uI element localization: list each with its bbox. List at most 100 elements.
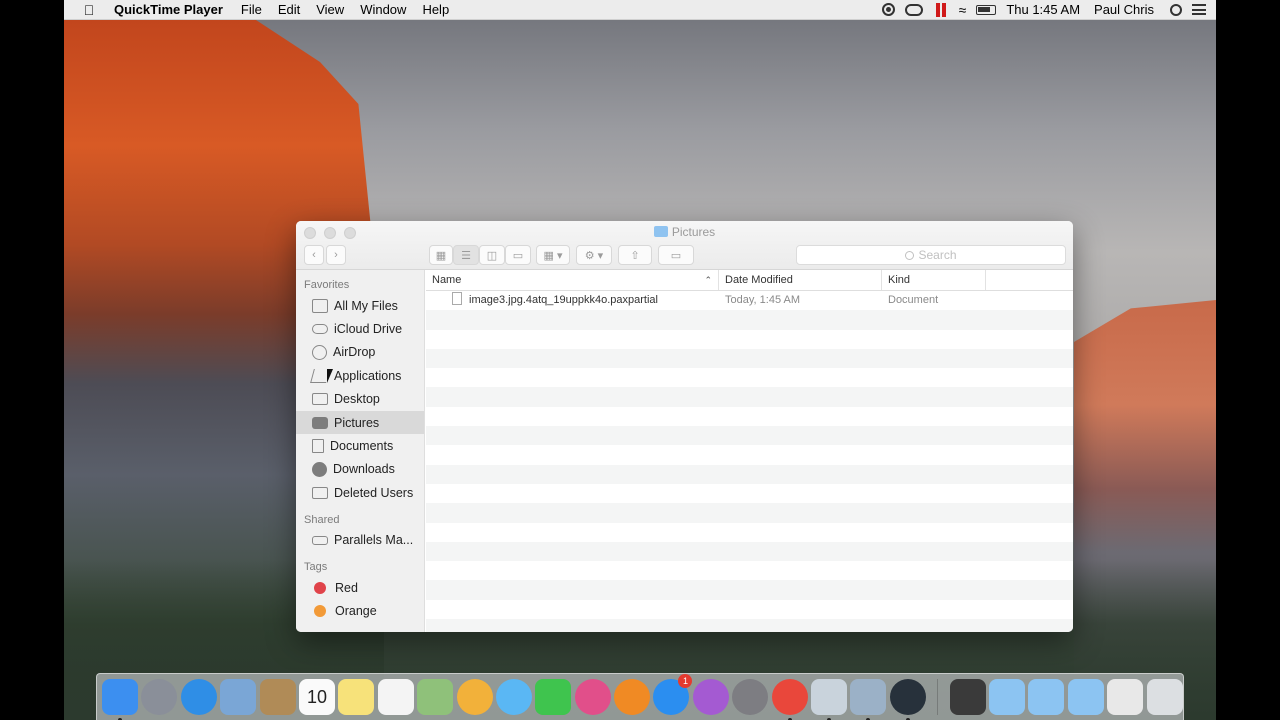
launchpad-icon[interactable] <box>141 679 178 715</box>
notification-badge: 1 <box>678 674 693 688</box>
arrange-button[interactable]: ▦ ▾ <box>536 245 570 265</box>
sidebar-item-documents[interactable]: Documents <box>296 434 424 457</box>
creative-cloud-icon[interactable] <box>904 3 923 16</box>
column-header-kind[interactable]: Kind <box>882 270 986 290</box>
itunes-icon[interactable] <box>574 679 611 715</box>
column-view-button[interactable]: ◫ <box>479 245 505 265</box>
drive-icon <box>312 535 328 545</box>
sidebar-item-all-my-files[interactable]: All My Files <box>296 294 424 317</box>
menu-help[interactable]: Help <box>414 2 457 17</box>
calendar-date: 10 <box>306 687 327 707</box>
battery-icon[interactable] <box>976 4 997 15</box>
empty-row <box>426 407 1073 426</box>
sidebar-item-deleted-users[interactable]: Deleted Users <box>296 481 424 504</box>
menu-bar:  QuickTime Player File Edit View Window… <box>64 0 1216 20</box>
sidebar-item-airdrop[interactable]: AirDrop <box>296 341 424 364</box>
empty-row <box>426 580 1073 600</box>
column-headers: Name ⌃ Date Modified Kind <box>426 270 1073 291</box>
folder-icon[interactable] <box>988 679 1025 715</box>
file-date: Today, 1:45 AM <box>725 294 801 306</box>
column-header-date[interactable]: Date Modified <box>719 270 882 290</box>
sidebar-item-tag-orange[interactable]: Orange <box>296 599 424 622</box>
sort-ascending-icon: ⌃ <box>704 275 712 285</box>
search-input[interactable]: Search <box>796 245 1066 265</box>
window-titlebar: Pictures ‹ › ▦ ☰ ◫ ▭ ▦ ▾ ⚙ ▾ ⇧ ▭ Search <box>296 221 1073 270</box>
list-view-button[interactable]: ☰ <box>453 245 479 265</box>
empty-row <box>426 348 1073 369</box>
tags-button[interactable]: ▭ <box>658 245 694 265</box>
empty-row <box>426 484 1073 503</box>
parallels-icon[interactable] <box>811 679 848 720</box>
messages-icon[interactable] <box>495 679 532 715</box>
record-icon[interactable] <box>881 3 895 16</box>
tags-heading: Tags <box>304 560 328 573</box>
table-row[interactable]: image3.jpg.4atq_19uppkk4o.paxpartial Tod… <box>426 291 1073 310</box>
screenshot-icon[interactable] <box>949 679 986 715</box>
document-icon <box>312 439 324 454</box>
contacts-icon[interactable] <box>259 679 296 715</box>
ibooks-icon[interactable] <box>614 679 651 715</box>
column-header-name[interactable]: Name ⌃ <box>426 270 719 290</box>
empty-row <box>426 368 1073 387</box>
finder-icon[interactable] <box>102 679 138 720</box>
parallels-pause-icon[interactable] <box>933 2 949 17</box>
empty-row <box>426 445 1073 464</box>
user-name[interactable]: Paul Chris <box>1094 2 1154 17</box>
toolbar: ‹ › ▦ ☰ ◫ ▭ ▦ ▾ ⚙ ▾ ⇧ ▭ Search <box>296 245 1073 265</box>
feedback-icon[interactable] <box>692 679 729 715</box>
menu-window[interactable]: Window <box>352 2 414 17</box>
clock[interactable]: Thu 1:45 AM <box>1006 2 1080 17</box>
spotlight-icon[interactable] <box>1170 3 1182 16</box>
icon-view-button[interactable]: ▦ <box>429 245 453 265</box>
app-store-icon[interactable]: 1 <box>653 674 693 715</box>
calendar-icon[interactable]: 10 <box>298 679 335 715</box>
sidebar-item-tag-red[interactable]: Red <box>296 576 424 599</box>
menu-file[interactable]: File <box>233 2 270 17</box>
chrome-icon[interactable] <box>771 679 808 720</box>
camera-icon <box>312 416 328 429</box>
reminders-icon[interactable] <box>377 679 414 715</box>
sidebar-item-parallels[interactable]: Parallels Ma... <box>296 529 424 552</box>
favorites-heading: Favorites <box>304 279 350 291</box>
share-button[interactable]: ⇧ <box>618 245 652 265</box>
tag-orange-dot-icon <box>314 604 326 617</box>
menu-edit[interactable]: Edit <box>270 2 308 17</box>
sidebar-item-downloads[interactable]: Downloads <box>296 458 424 481</box>
apple-menu-icon[interactable]:  <box>64 2 114 18</box>
notification-center-icon[interactable] <box>1192 4 1206 15</box>
all-files-icon <box>312 298 328 313</box>
photos-icon[interactable] <box>456 679 493 715</box>
sidebar-item-pictures[interactable]: Pictures <box>296 410 424 435</box>
folder-icon[interactable] <box>1028 679 1065 715</box>
sidebar-item-desktop[interactable]: Desktop <box>296 388 424 411</box>
empty-row <box>426 330 1073 349</box>
shared-heading: Shared <box>304 513 340 526</box>
forward-button[interactable]: › <box>326 245 346 265</box>
action-gear-button[interactable]: ⚙ ▾ <box>576 245 612 265</box>
menu-view[interactable]: View <box>308 2 352 17</box>
mail-icon[interactable] <box>220 679 257 715</box>
system-preferences-icon[interactable] <box>732 679 769 715</box>
folder-icon[interactable] <box>1067 679 1104 715</box>
wifi-icon[interactable]: ≈ <box>959 2 967 18</box>
preview-icon[interactable] <box>850 679 887 720</box>
mouse-cursor-icon <box>327 369 333 383</box>
maps-icon[interactable] <box>417 679 454 715</box>
empty-row <box>426 310 1073 330</box>
trash-icon[interactable] <box>1146 679 1183 715</box>
app-menu[interactable]: QuickTime Player <box>114 2 233 17</box>
back-button[interactable]: ‹ <box>304 245 324 265</box>
cloud-icon <box>312 324 328 335</box>
facetime-icon[interactable] <box>535 679 572 715</box>
sidebar-item-applications[interactable]: Applications <box>296 364 424 387</box>
empty-row <box>426 561 1073 580</box>
sidebar-item-icloud-drive[interactable]: iCloud Drive <box>296 317 424 340</box>
folder-icon <box>653 226 668 237</box>
cover-flow-button[interactable]: ▭ <box>505 245 531 265</box>
quicktime-icon[interactable] <box>889 679 926 720</box>
finder-window: Pictures ‹ › ▦ ☰ ◫ ▭ ▦ ▾ ⚙ ▾ ⇧ ▭ Search … <box>296 221 1073 632</box>
file-name: image3.jpg.4atq_19uppkk4o.paxpartial <box>469 294 658 306</box>
notes-icon[interactable] <box>338 679 375 715</box>
window-icon[interactable] <box>1107 679 1144 715</box>
safari-icon[interactable] <box>180 679 217 715</box>
